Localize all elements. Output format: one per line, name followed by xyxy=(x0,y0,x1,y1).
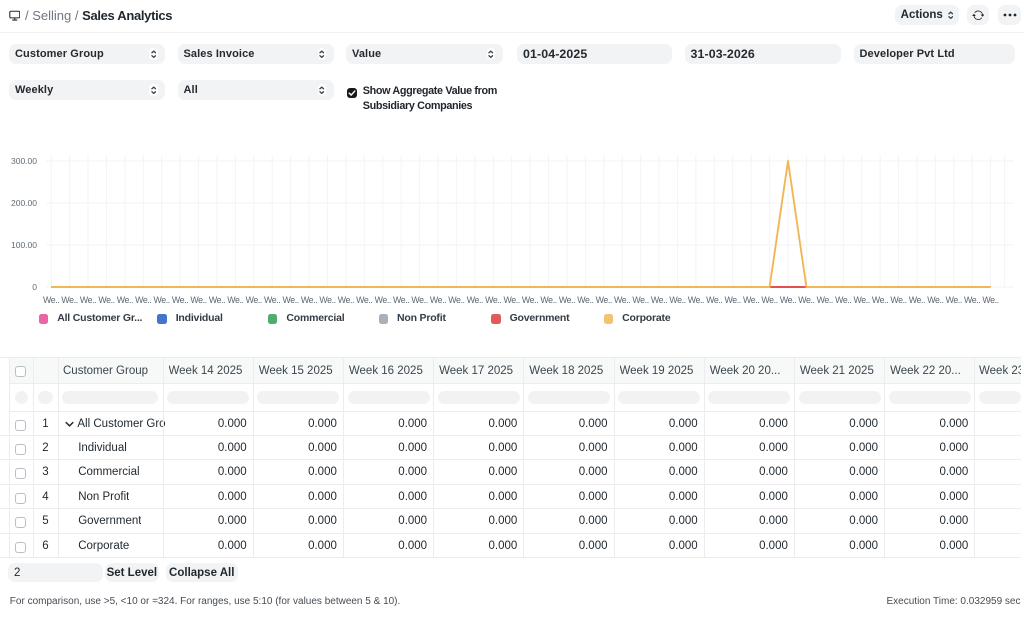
svg-text:We..: We.. xyxy=(246,295,262,305)
svg-text:200.00: 200.00 xyxy=(11,198,37,208)
svg-text:We..: We.. xyxy=(430,295,446,305)
svg-text:We..: We.. xyxy=(835,295,851,305)
svg-text:We..: We.. xyxy=(909,295,925,305)
svg-text:We..: We.. xyxy=(540,295,556,305)
svg-text:0: 0 xyxy=(32,282,37,292)
svg-text:100.00: 100.00 xyxy=(11,240,37,250)
svg-text:We..: We.. xyxy=(504,295,520,305)
svg-text:We..: We.. xyxy=(706,295,722,305)
svg-text:We..: We.. xyxy=(798,295,814,305)
svg-text:We..: We.. xyxy=(854,295,870,305)
svg-text:We..: We.. xyxy=(485,295,501,305)
svg-text:We..: We.. xyxy=(411,295,427,305)
svg-text:We..: We.. xyxy=(209,295,225,305)
svg-text:We..: We.. xyxy=(264,295,280,305)
svg-text:We..: We.. xyxy=(283,295,299,305)
svg-text:We..: We.. xyxy=(577,295,593,305)
svg-text:We..: We.. xyxy=(61,295,77,305)
svg-text:We..: We.. xyxy=(596,295,612,305)
svg-text:We..: We.. xyxy=(98,295,114,305)
svg-text:We..: We.. xyxy=(448,295,464,305)
svg-text:We..: We.. xyxy=(559,295,575,305)
svg-text:We..: We.. xyxy=(80,295,96,305)
svg-text:We..: We.. xyxy=(946,295,962,305)
svg-text:We..: We.. xyxy=(154,295,170,305)
svg-text:We..: We.. xyxy=(614,295,630,305)
svg-text:We..: We.. xyxy=(117,295,133,305)
svg-text:We..: We.. xyxy=(688,295,704,305)
svg-text:We..: We.. xyxy=(135,295,151,305)
svg-text:We..: We.. xyxy=(319,295,335,305)
svg-text:We..: We.. xyxy=(227,295,243,305)
svg-text:We..: We.. xyxy=(669,295,685,305)
svg-text:We..: We.. xyxy=(301,295,317,305)
svg-text:We..: We.. xyxy=(356,295,372,305)
svg-text:300.00: 300.00 xyxy=(11,156,37,166)
svg-text:We..: We.. xyxy=(927,295,943,305)
svg-text:We..: We.. xyxy=(743,295,759,305)
svg-text:We..: We.. xyxy=(632,295,648,305)
svg-text:We..: We.. xyxy=(522,295,538,305)
svg-text:We..: We.. xyxy=(725,295,741,305)
svg-text:We..: We.. xyxy=(375,295,391,305)
svg-text:We..: We.. xyxy=(890,295,906,305)
svg-text:We..: We.. xyxy=(761,295,777,305)
svg-text:We..: We.. xyxy=(964,295,980,305)
svg-text:We..: We.. xyxy=(172,295,188,305)
svg-text:We..: We.. xyxy=(43,295,59,305)
svg-text:We..: We.. xyxy=(872,295,888,305)
svg-text:We..: We.. xyxy=(338,295,354,305)
svg-text:We..: We.. xyxy=(651,295,667,305)
svg-text:We..: We.. xyxy=(393,295,409,305)
svg-text:We..: We.. xyxy=(467,295,483,305)
svg-text:We..: We.. xyxy=(982,295,998,305)
svg-text:We..: We.. xyxy=(780,295,796,305)
svg-text:We..: We.. xyxy=(190,295,206,305)
svg-text:We..: We.. xyxy=(817,295,833,305)
